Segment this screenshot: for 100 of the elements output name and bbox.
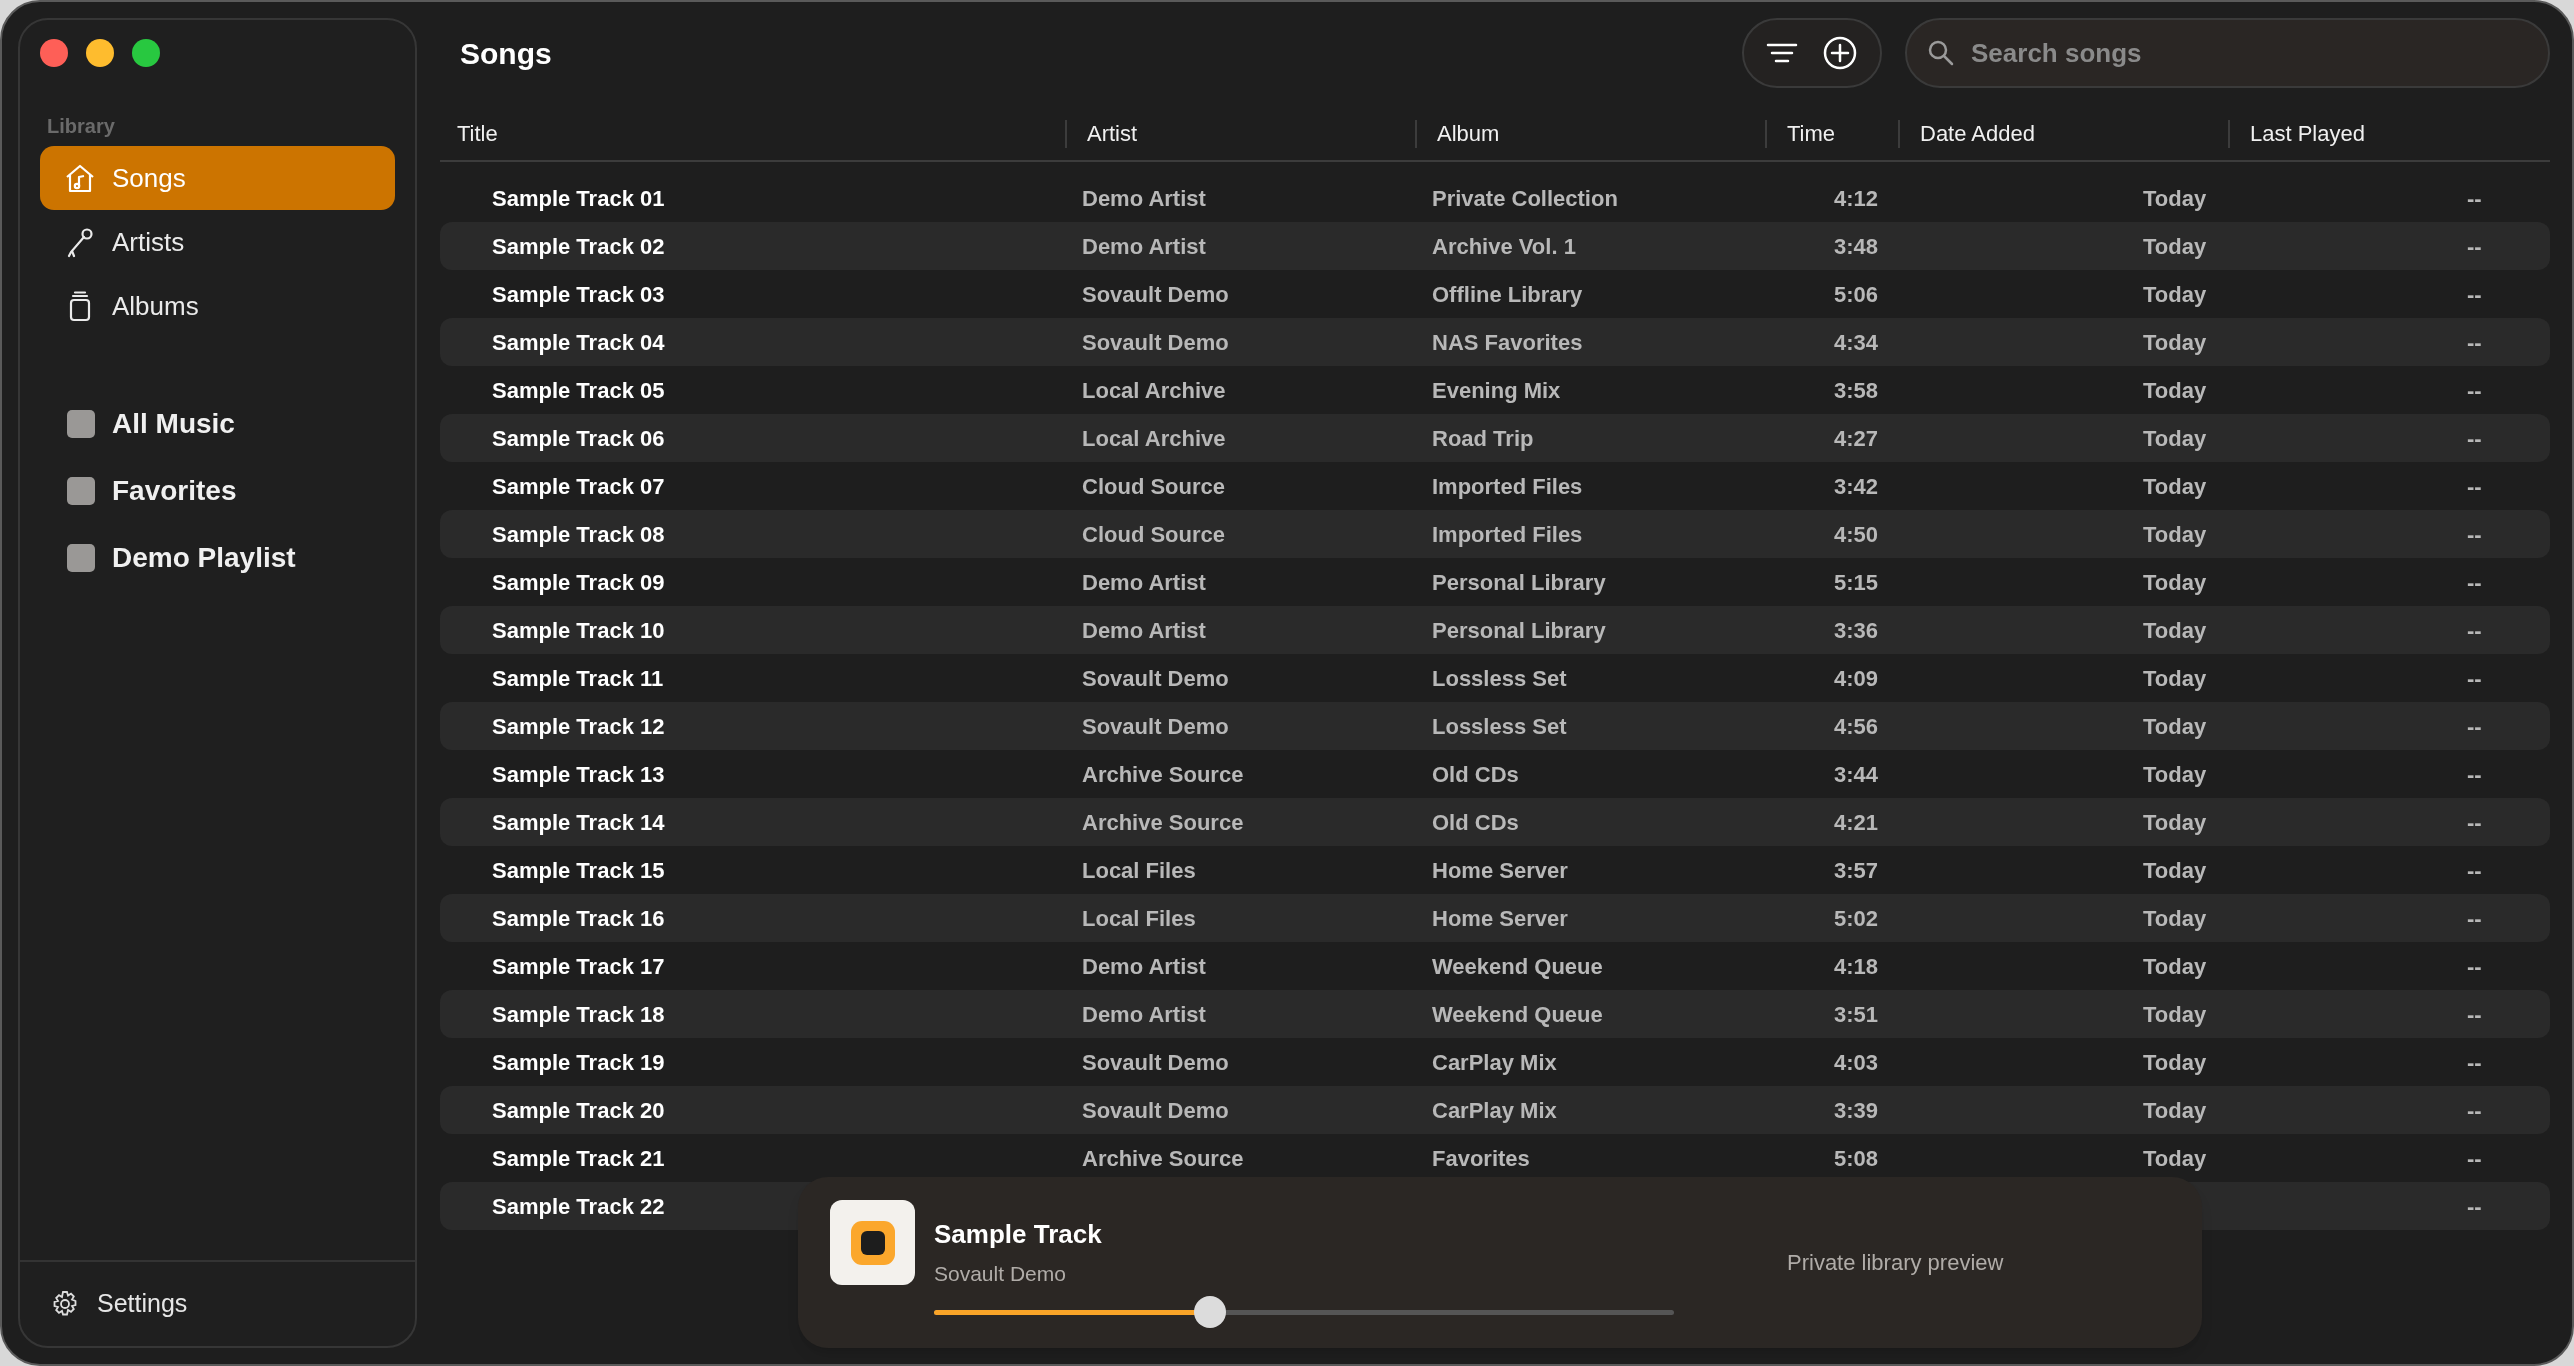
table-cell: 4:27 (1834, 425, 1879, 451)
table-cell: Today (2143, 377, 2207, 403)
table-cell: -- (2467, 473, 2482, 499)
table-cell: Local Files (1082, 905, 1196, 931)
table-cell: Sample Track 13 (492, 761, 665, 787)
table-cell: 3:48 (1834, 233, 1879, 259)
search-field[interactable]: Search songs (1905, 18, 2550, 88)
settings-item[interactable]: Settings (20, 1262, 415, 1346)
table-cell: Today (2143, 809, 2207, 835)
table-cell: Sample Track 19 (492, 1049, 665, 1075)
playlist-swatch (67, 476, 95, 505)
table-cell: Today (2143, 329, 2207, 355)
table-cell: Archive Source (1082, 761, 1244, 787)
add-icon[interactable] (1822, 35, 1858, 71)
row-background[interactable]: Sample Track 08 Cloud Source Imported Files 4:50 Today -- (440, 510, 2550, 558)
table-cell: -- (2467, 1193, 2482, 1219)
settings-icon (51, 1290, 79, 1318)
progress-slider[interactable] (934, 1296, 1674, 1328)
table-cell: Sample Track 14 (492, 809, 665, 835)
row-background[interactable]: Sample Track 10 Demo Artist Personal Library 3:36 Today -- (440, 606, 2550, 654)
table-cell: Sample Track 06 (492, 425, 665, 451)
table-cell: Sample Track 10 (492, 617, 665, 643)
table-cell: 3:57 (1834, 857, 1879, 883)
table-cell: Today (2143, 905, 2207, 931)
progress-thumb[interactable] (1194, 1296, 1226, 1328)
table-cell: Imported Files (1432, 521, 1583, 547)
table-cell: 5:02 (1834, 905, 1879, 931)
table-cell: -- (2467, 281, 2482, 307)
zoom-button[interactable] (132, 39, 160, 67)
minimize-button[interactable] (86, 39, 114, 67)
row-background[interactable]: Sample Track 04 Sovault Demo NAS Favorites 4:34 Today -- (440, 318, 2550, 366)
table-cell: -- (2467, 857, 2482, 883)
row-background[interactable]: Sample Track 20 Sovault Demo CarPlay Mix 3:39 Today -- (440, 1086, 2550, 1134)
table-cell: Sample Track 02 (492, 233, 665, 259)
row-background[interactable]: Sample Track 02 Demo Artist Archive Vol. 1 3:48 Today -- (440, 222, 2550, 270)
table-cell: Archive Source (1082, 1145, 1244, 1171)
playlist-swatch (67, 409, 95, 438)
sidebar-item[interactable]: Albums (40, 274, 395, 338)
table-cell: 3:39 (1834, 1097, 1879, 1123)
table-cell: Today (2143, 1145, 2207, 1171)
column-header[interactable]: Artist (1087, 117, 1138, 150)
column-header[interactable]: Date Added (1920, 117, 2035, 150)
table-cell: Today (2143, 1001, 2207, 1027)
row-background[interactable]: Sample Track 06 Local Archive Road Trip 4:27 Today -- (440, 414, 2550, 462)
playlist-item[interactable]: Favorites (112, 469, 237, 512)
playlist-item[interactable]: All Music (112, 402, 235, 445)
table-cell: 3:51 (1834, 1001, 1879, 1027)
table-cell: Weekend Queue (1432, 953, 1603, 979)
table-cell: Archive Source (1082, 809, 1244, 835)
row-background[interactable]: Sample Track 16 Local Files Home Server 5:02 Today -- (440, 894, 2550, 942)
table-cell: Sovault Demo (1082, 665, 1229, 691)
table-cell: Lossless Set (1432, 713, 1567, 739)
close-button[interactable] (40, 39, 68, 67)
table-cell: Sample Track 20 (492, 1097, 665, 1123)
section-label: Library (47, 114, 116, 138)
table-cell: Local Archive (1082, 377, 1226, 403)
sidebar-item[interactable]: Artists (40, 210, 395, 274)
table-cell: Sample Track 09 (492, 569, 665, 595)
table-cell: Today (2143, 185, 2207, 211)
table-cell: Demo Artist (1082, 1001, 1206, 1027)
table-cell: Demo Artist (1082, 569, 1206, 595)
search-icon (1927, 39, 1955, 67)
table-cell: -- (2467, 617, 2482, 643)
filter-icon[interactable] (1766, 42, 1798, 64)
table-cell: Demo Artist (1082, 617, 1206, 643)
search-input[interactable]: Search songs (1971, 33, 2511, 73)
table-cell: Today (2143, 857, 2207, 883)
row-background[interactable]: Sample Track 18 Demo Artist Weekend Queue 3:51 Today -- (440, 990, 2550, 1038)
table-cell: 4:34 (1834, 329, 1879, 355)
music-house-icon (64, 162, 96, 194)
table-cell: 4:21 (1834, 809, 1879, 835)
column-header[interactable]: Album (1437, 117, 1500, 150)
table-cell: -- (2467, 1145, 2482, 1171)
table-cell: Evening Mix (1432, 377, 1561, 403)
table-cell: -- (2467, 329, 2482, 355)
table-cell: Sample Track 08 (492, 521, 665, 547)
table-cell: Old CDs (1432, 809, 1519, 835)
table-cell: Sample Track 07 (492, 473, 665, 499)
table-cell: Today (2143, 473, 2207, 499)
table-cell: 3:42 (1834, 473, 1879, 499)
table-cell: Today (2143, 569, 2207, 595)
table-cell: Local Archive (1082, 425, 1226, 451)
track-artist: Sovault Demo (934, 1261, 1066, 1287)
row-background[interactable]: Sample Track 14 Archive Source Old CDs 4:21 Today -- (440, 798, 2550, 846)
table-cell: Sovault Demo (1082, 713, 1229, 739)
table-cell: Sample Track 21 (492, 1145, 665, 1171)
table-cell: 3:36 (1834, 617, 1879, 643)
table-cell: Sovault Demo (1082, 281, 1229, 307)
table-cell: -- (2467, 1097, 2482, 1123)
table-cell: Local Files (1082, 857, 1196, 883)
column-header[interactable]: Time (1787, 117, 1836, 150)
table-cell: Demo Artist (1082, 233, 1206, 259)
table-cell: -- (2467, 905, 2482, 931)
playlist-item[interactable]: Demo Playlist (112, 536, 296, 579)
column-header[interactable]: Title (457, 117, 498, 150)
table-cell: CarPlay Mix (1432, 1097, 1557, 1123)
row-background[interactable]: Sample Track 12 Sovault Demo Lossless Set 4:56 Today -- (440, 702, 2550, 750)
table-cell: -- (2467, 1001, 2482, 1027)
column-header[interactable]: Last Played (2250, 117, 2365, 150)
table-cell: Sample Track 01 (492, 185, 665, 211)
